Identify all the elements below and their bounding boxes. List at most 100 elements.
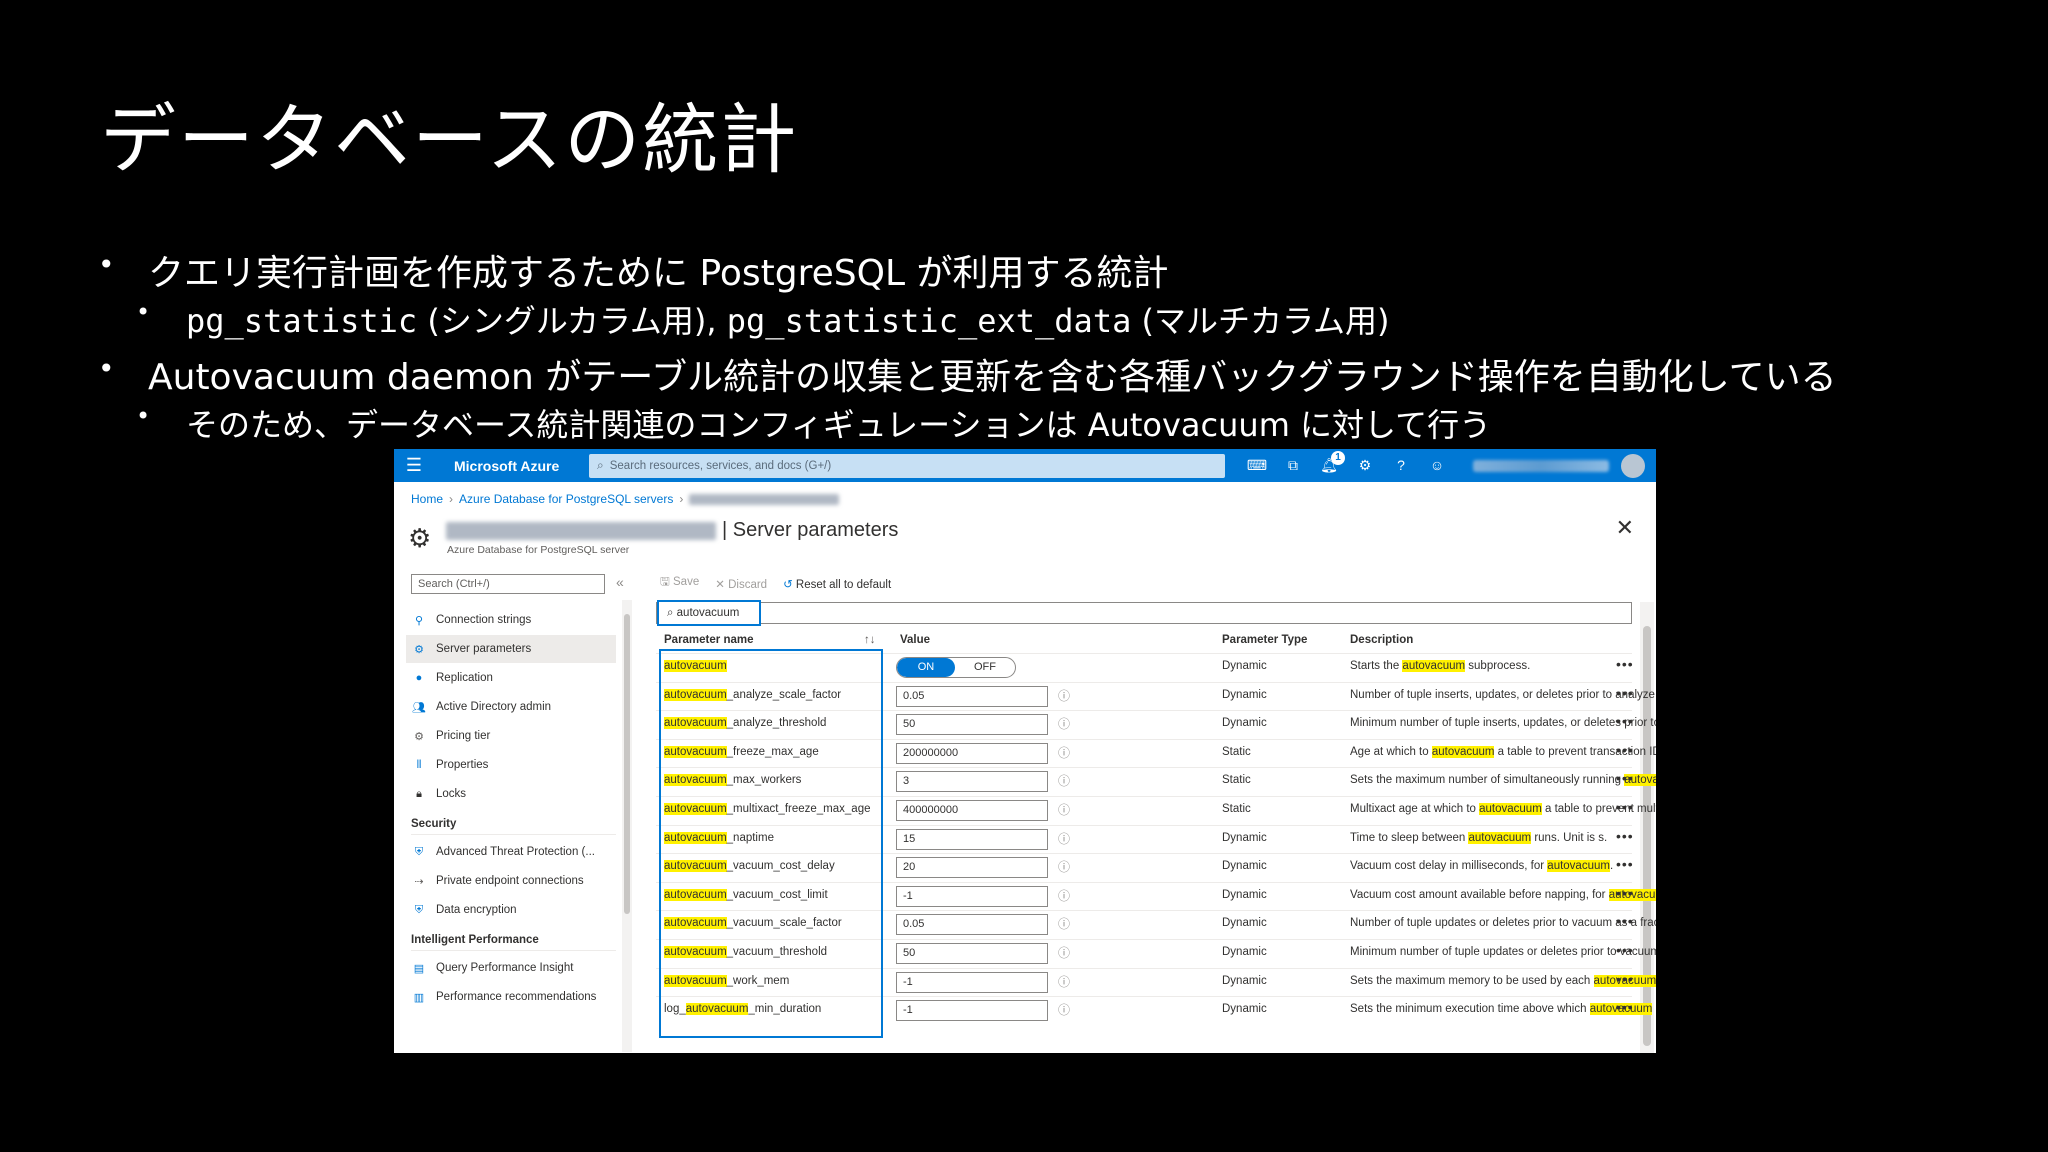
table-row[interactable]: autovacuum_vacuum_scale_factor 0.05 ⓘ Dynam… [656, 910, 1656, 939]
description-text-tail: runs. Unit is s. [1531, 831, 1608, 844]
notifications-bell-icon[interactable]: 🔔︎ 1 [1311, 451, 1347, 474]
parameter-value-input[interactable]: 15 [896, 828, 1048, 850]
parameter-filter-box[interactable] [656, 602, 1632, 624]
save-icon: 🖫︎ [660, 576, 670, 588]
breadcrumb-server-redacted[interactable] [689, 493, 840, 505]
more-options-icon[interactable]: ••• [1616, 799, 1634, 815]
parameter-value-input[interactable]: 400000000 [896, 800, 1048, 821]
info-icon[interactable]: ⓘ [1058, 687, 1070, 704]
parameter-value-input[interactable]: 200000000 [896, 742, 1048, 764]
sidebar-item-label: Connection strings [436, 614, 532, 626]
more-options-icon[interactable]: ••• [1616, 885, 1634, 901]
parameter-value-input[interactable]: 50 [896, 714, 1048, 736]
more-options-icon[interactable]: ••• [1616, 913, 1634, 929]
parameter-value-input[interactable]: 3 [896, 771, 1048, 793]
parameter-description: Sets the maximum memory to be used by ea… [1350, 974, 1656, 987]
reset-all-button[interactable]: ↺ Reset all to default [783, 577, 891, 591]
parameter-value-input[interactable]: 0.05 [896, 685, 1048, 707]
sidebar-item-private-endpoint[interactable]: ⇢ Private endpoint connections [406, 867, 616, 895]
info-icon[interactable]: ⓘ [1058, 715, 1070, 732]
info-icon[interactable]: ⓘ [1058, 944, 1070, 961]
close-icon[interactable]: ✕ [1616, 515, 1634, 541]
parameter-type: Dynamic [1222, 888, 1267, 901]
table-row[interactable]: autovacuum_work_mem -1 ⓘ Dynamic Sets the ma… [656, 967, 1656, 997]
menu-search-input[interactable]: Search (Ctrl+/) [411, 574, 605, 594]
parameter-name-match: autovacuum [664, 688, 727, 701]
directory-filter-icon[interactable]: ⧉ [1275, 457, 1311, 474]
parameter-value-input[interactable]: -1 [896, 1000, 1048, 1022]
table-row[interactable]: autovacuum_naptime 15 ⓘ Dynamic Time to slee… [656, 824, 1634, 854]
sidebar-item-performance-recommendations[interactable]: ▥ Performance recommendations [406, 983, 616, 1011]
sidebar-item-query-performance-insight[interactable]: ▤ Query Performance Insight [406, 954, 616, 982]
parameter-value-input[interactable]: -1 [896, 885, 1048, 907]
shield-icon: ⛨ [414, 845, 424, 858]
toggle-on[interactable]: ON [897, 658, 955, 677]
sidebar-item-locks[interactable]: 🔒︎ Locks [406, 780, 616, 808]
more-options-icon[interactable]: ••• [1616, 856, 1634, 872]
info-icon[interactable]: ⓘ [1058, 1001, 1070, 1018]
breadcrumb-home[interactable]: Home [411, 492, 443, 506]
more-options-icon[interactable]: ••• [1616, 942, 1634, 958]
table-row[interactable]: autovacuum_max_workers 3 ⓘ Static Sets the m… [656, 767, 1656, 796]
info-icon[interactable]: ⓘ [1058, 801, 1070, 818]
info-icon[interactable]: ⓘ [1058, 744, 1070, 761]
info-icon[interactable]: ⓘ [1058, 915, 1070, 932]
table-row[interactable]: autovacuum_vacuum_threshold 50 ⓘ Dynamic Min… [656, 939, 1656, 968]
info-icon[interactable]: ⓘ [1058, 973, 1070, 990]
table-row[interactable]: autovacuum_analyze_threshold 50 ⓘ Dynamic Mi… [656, 710, 1656, 739]
settings-gear-icon[interactable]: ⚙ [1347, 457, 1383, 474]
cloud-shell-icon[interactable]: ⌨ [1239, 457, 1275, 474]
discard-button[interactable]: ✕ Discard [715, 577, 767, 591]
sidebar-item-replication[interactable]: ● Replication [406, 664, 616, 692]
more-options-icon[interactable]: ••• [1616, 999, 1634, 1015]
sidebar-item-connection-strings[interactable]: ⚲ Connection strings [406, 606, 616, 634]
parameter-value-input[interactable]: 50 [896, 943, 1048, 964]
avatar[interactable] [1621, 453, 1645, 478]
parameter-filter-input[interactable]: ⌕ autovacuum [657, 600, 761, 626]
sidebar-item-properties[interactable]: ⦀ Properties [406, 751, 616, 779]
breadcrumb-servers[interactable]: Azure Database for PostgreSQL servers [459, 492, 673, 506]
more-options-icon[interactable]: ••• [1616, 656, 1634, 672]
more-options-icon[interactable]: ••• [1616, 770, 1634, 786]
portal-brand[interactable]: Microsoft Azure [454, 458, 579, 474]
hamburger-menu-icon[interactable]: ☰ [394, 455, 434, 476]
parameter-value-input[interactable]: 0.05 [896, 914, 1048, 936]
col-parameter-name[interactable]: Parameter name [664, 634, 754, 646]
feedback-smiley-icon[interactable]: ☺ [1419, 457, 1455, 474]
more-options-icon[interactable]: ••• [1616, 828, 1634, 844]
help-icon[interactable]: ? [1383, 457, 1419, 474]
sidebar-item-data-encryption[interactable]: ⛨ Data encryption [406, 896, 616, 924]
save-button[interactable]: 🖫︎ Save [660, 574, 699, 593]
table-row[interactable]: log_autovacuum_min_duration -1 ⓘ Dynamic Set… [656, 996, 1656, 1025]
more-options-icon[interactable]: ••• [1616, 713, 1634, 729]
parameter-name-match: autovacuum [664, 974, 727, 987]
table-row[interactable]: autovacuum_analyze_scale_factor 0.05 ⓘ Dyna… [656, 681, 1656, 711]
sidebar-item-pricing-tier[interactable]: ⚙ Pricing tier [406, 722, 616, 750]
table-row[interactable]: autovacuum_freeze_max_age 200000000 ⓘ Stati… [656, 738, 1656, 768]
info-icon[interactable]: ⓘ [1058, 887, 1070, 904]
info-icon[interactable]: ⓘ [1058, 830, 1070, 847]
global-search-input[interactable]: ⌕ Search resources, services, and docs (… [589, 453, 1225, 478]
table-row[interactable]: autovacuum_vacuum_cost_delay 20 ⓘ Dynamic Va… [656, 853, 1634, 882]
toggle-off[interactable]: OFF [955, 658, 1015, 677]
more-options-icon[interactable]: ••• [1616, 742, 1634, 758]
parameter-name: autovacuum_analyze_threshold [664, 717, 826, 730]
sidebar-item-advanced-threat-protection[interactable]: ⛨ Advanced Threat Protection (... [406, 838, 616, 866]
account-name-redacted[interactable] [1473, 459, 1609, 472]
sidebar-item-server-parameters[interactable]: ⚙ Server parameters [406, 635, 616, 663]
parameter-value-input[interactable]: -1 [896, 971, 1048, 993]
chart-icon: ▥ [413, 991, 425, 1004]
menu-scrollbar[interactable] [622, 600, 632, 1052]
table-row[interactable]: autovacuum_multixact_freeze_max_age 40000… [656, 796, 1656, 825]
table-row[interactable]: autovacuum_vacuum_cost_limit -1 ⓘ Dynamic Va… [656, 881, 1656, 911]
sidebar-item-active-directory-admin[interactable]: 👥︎ Active Directory admin [406, 693, 616, 721]
collapse-menu-icon[interactable]: « [616, 574, 624, 590]
more-options-icon[interactable]: ••• [1616, 971, 1634, 987]
more-options-icon[interactable]: ••• [1616, 685, 1634, 701]
info-icon[interactable]: ⓘ [1058, 772, 1070, 789]
parameter-value-input[interactable]: 20 [896, 857, 1048, 879]
autovacuum-toggle[interactable]: ON OFF [896, 657, 1016, 678]
table-row[interactable]: autovacuum ON OFF Dynamic Starts the autovac… [656, 653, 1634, 682]
sort-icon[interactable]: ↑↓ [864, 634, 876, 646]
info-icon[interactable]: ⓘ [1058, 858, 1070, 875]
